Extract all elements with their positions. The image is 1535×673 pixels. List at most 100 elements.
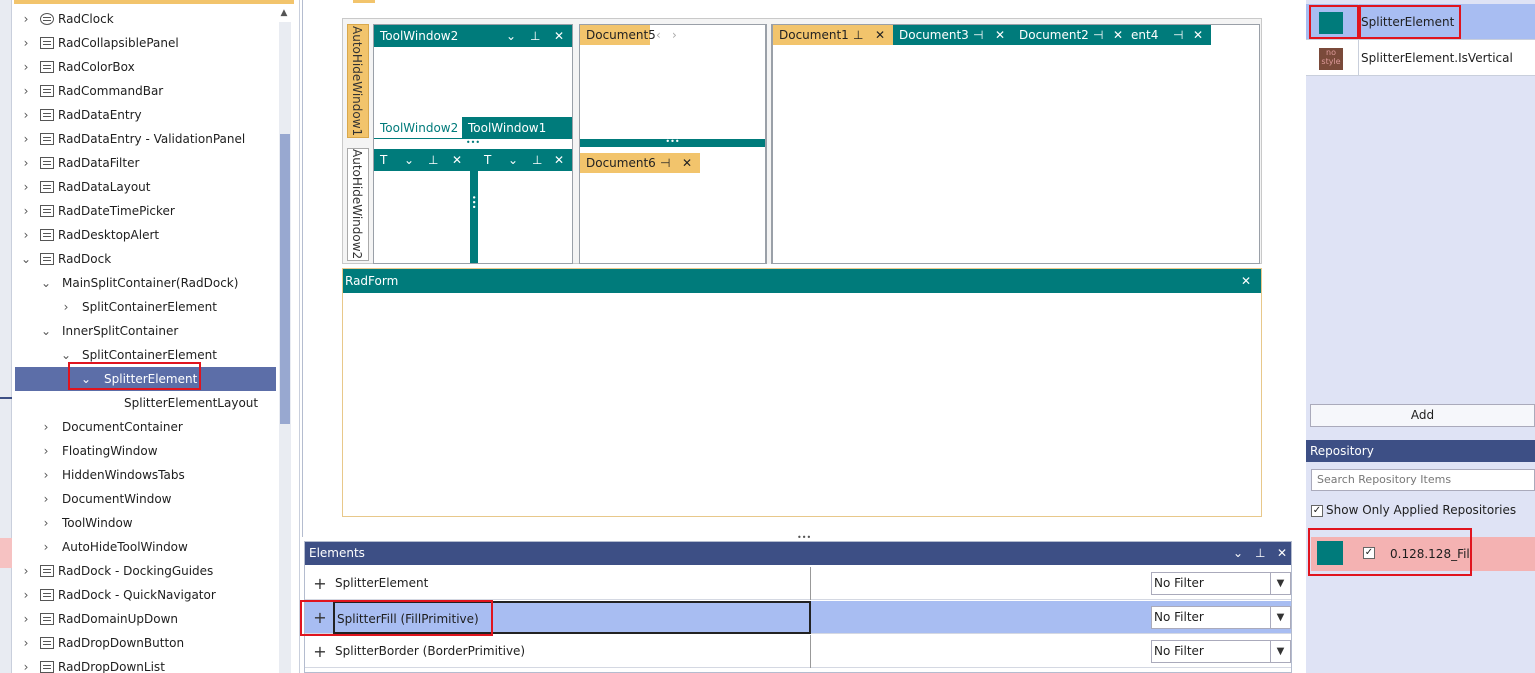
chevron-right-icon[interactable]: › <box>38 415 54 439</box>
pin-icon[interactable]: ⊥ <box>532 149 542 171</box>
chevron-right-icon[interactable]: › <box>18 655 34 673</box>
tab-document2[interactable]: Document2 ⊣ ✕ <box>1013 25 1131 45</box>
tab-scroll-right-icon[interactable]: › <box>672 25 677 45</box>
filter-dropdown[interactable]: No Filter ▼ <box>1151 640 1291 663</box>
close-icon[interactable]: ✕ <box>554 25 564 47</box>
autohide-window-1-tab[interactable]: AutoHideWindow1 <box>347 24 369 138</box>
tab-toolwindow2[interactable]: ToolWindow2 <box>374 117 462 139</box>
horizontal-splitter-bar[interactable]: ••• <box>580 138 765 147</box>
close-icon[interactable]: ✕ <box>875 25 885 45</box>
tab-document3[interactable]: Document3 ⊣ ✕ <box>893 25 1013 45</box>
tree-item-raddatetimepicker[interactable]: › RadDateTimePicker <box>18 199 276 223</box>
chevron-down-icon[interactable]: ⌄ <box>506 25 516 47</box>
chevron-down-icon[interactable]: ⌄ <box>78 367 94 391</box>
tab-document5[interactable]: Document5 <box>580 25 656 45</box>
tree-item-radclock[interactable]: › RadClock <box>18 7 276 31</box>
pin-icon[interactable]: ⊣ <box>1173 25 1183 45</box>
pin-icon[interactable]: ⊥ <box>428 149 438 171</box>
tab-toolwindow1[interactable]: ToolWindow1 <box>462 117 572 139</box>
chevron-right-icon[interactable]: › <box>18 175 34 199</box>
pin-icon[interactable]: ⊣ <box>660 153 670 173</box>
tree-item-mainsplitcontainer[interactable]: ⌄ MainSplitContainer(RadDock) <box>38 271 276 295</box>
chevron-right-icon[interactable]: › <box>18 631 34 655</box>
chevron-right-icon[interactable]: › <box>18 127 34 151</box>
chevron-down-icon[interactable]: ⌄ <box>1233 542 1243 565</box>
chevron-right-icon[interactable]: › <box>18 79 34 103</box>
close-icon[interactable]: ✕ <box>995 25 1005 45</box>
chevron-down-icon[interactable]: ⌄ <box>58 343 74 367</box>
filter-dropdown[interactable]: No Filter ▼ <box>1151 606 1291 629</box>
tree-item-autohidetoolwindow[interactable]: › AutoHideToolWindow <box>38 535 276 559</box>
close-icon[interactable]: ✕ <box>1113 25 1123 45</box>
expand-plus-icon[interactable]: + <box>313 567 327 600</box>
pin-icon[interactable]: ⊥ <box>530 25 540 47</box>
dropdown-arrow-icon[interactable]: ▼ <box>1270 607 1290 628</box>
expand-plus-icon[interactable]: + <box>313 601 327 634</box>
chevron-down-icon[interactable]: ⌄ <box>404 149 414 171</box>
chevron-down-icon[interactable]: ⌄ <box>38 319 54 343</box>
chevron-right-icon[interactable]: › <box>18 103 34 127</box>
pin-icon[interactable]: ⊣ <box>973 25 983 45</box>
tree-item-radcolorbox[interactable]: › RadColorBox <box>18 55 276 79</box>
chevron-right-icon[interactable]: › <box>18 223 34 247</box>
tree-item-raddomainupdown[interactable]: › RadDomainUpDown <box>18 607 276 631</box>
tree-item-raddropdownbutton[interactable]: › RadDropDownButton <box>18 631 276 655</box>
vertical-splitter-bar[interactable]: ••• <box>469 149 478 263</box>
scroll-up-icon[interactable]: ▲ <box>279 8 289 18</box>
pin-icon[interactable]: ⊥ <box>1255 542 1265 565</box>
tree-item-raddock[interactable]: ⌄ RadDock <box>18 247 276 271</box>
close-icon[interactable]: ✕ <box>1193 25 1203 45</box>
expand-plus-icon[interactable]: + <box>313 635 327 668</box>
chevron-right-icon[interactable]: › <box>18 31 34 55</box>
tree-item-floatingwindow[interactable]: › FloatingWindow <box>38 439 276 463</box>
chevron-right-icon[interactable]: › <box>38 463 54 487</box>
chevron-right-icon[interactable]: › <box>58 295 74 319</box>
add-button[interactable]: Add <box>1310 404 1535 427</box>
element-row[interactable]: + SplitterElement No Filter ▼ <box>305 567 1291 600</box>
close-icon[interactable]: ✕ <box>554 149 564 171</box>
chevron-down-icon[interactable]: ⌄ <box>18 247 34 271</box>
element-row-selected[interactable]: + SplitterFill (FillPrimitive) No Filter… <box>305 601 1291 634</box>
tree-item-toolwindow[interactable]: › ToolWindow <box>38 511 276 535</box>
tree-item-radcollapsiblepanel[interactable]: › RadCollapsiblePanel <box>18 31 276 55</box>
chevron-right-icon[interactable]: › <box>38 439 54 463</box>
tree-item-raddropdownlist[interactable]: › RadDropDownList <box>18 655 276 673</box>
chevron-right-icon[interactable]: › <box>18 607 34 631</box>
tree-item-radcommandbar[interactable]: › RadCommandBar <box>18 79 276 103</box>
autohide-window-2-tab[interactable]: AutoHideWindow2 <box>347 148 369 261</box>
pin-icon[interactable]: ⊥ <box>853 25 863 45</box>
close-icon[interactable]: ✕ <box>452 149 462 171</box>
tree-item-hiddenwindowstabs[interactable]: › HiddenWindowsTabs <box>38 463 276 487</box>
tab-scroll-left-icon[interactable]: ‹ <box>656 25 661 45</box>
element-row[interactable]: + SplitterBorder (BorderPrimitive) No Fi… <box>305 635 1291 668</box>
tree-item-documentwindow[interactable]: › DocumentWindow <box>38 487 276 511</box>
style-row[interactable]: no style SplitterElement.IsVertical <box>1306 40 1535 76</box>
chevron-down-icon[interactable]: ⌄ <box>508 149 518 171</box>
tree-item-splitcontainerelement-inner[interactable]: ⌄ SplitContainerElement <box>58 343 276 367</box>
chevron-down-icon[interactable]: ⌄ <box>38 271 54 295</box>
chevron-right-icon[interactable]: › <box>18 199 34 223</box>
tree-item-splitterelementlayout[interactable]: SplitterElementLayout <box>100 391 276 415</box>
close-icon[interactable]: ✕ <box>1241 269 1251 293</box>
tree-item-documentcontainer[interactable]: › DocumentContainer <box>38 415 276 439</box>
tree-scrollbar-thumb[interactable] <box>280 134 290 424</box>
chevron-right-icon[interactable]: › <box>38 511 54 535</box>
tree-item-raddataentry-validationpanel[interactable]: › RadDataEntry - ValidationPanel <box>18 127 276 151</box>
horizontal-splitter-grip[interactable]: ••• <box>374 139 572 149</box>
chevron-right-icon[interactable]: › <box>38 487 54 511</box>
tab-document1[interactable]: Document1 ⊥ ✕ <box>773 25 893 45</box>
chevron-right-icon[interactable]: › <box>18 7 34 31</box>
chevron-right-icon[interactable]: › <box>18 583 34 607</box>
dropdown-arrow-icon[interactable]: ▼ <box>1270 573 1290 594</box>
close-icon[interactable]: ✕ <box>1277 542 1287 565</box>
tab-document4[interactable]: ent4 ⊣ ✕ <box>1131 25 1211 45</box>
filter-dropdown[interactable]: No Filter ▼ <box>1151 572 1291 595</box>
repository-search-input[interactable]: Search Repository Items <box>1311 469 1535 491</box>
checkbox-checked-icon[interactable]: ✓ <box>1363 547 1375 559</box>
checkbox-checked-icon[interactable]: ✓ <box>1311 504 1323 517</box>
tree-item-splitterelement[interactable]: ⌄ SplitterElement <box>15 367 276 391</box>
dropdown-arrow-icon[interactable]: ▼ <box>1270 641 1290 662</box>
chevron-right-icon[interactable]: › <box>18 151 34 175</box>
chevron-right-icon[interactable]: › <box>38 535 54 559</box>
tree-item-innersplitcontainer[interactable]: ⌄ InnerSplitContainer <box>38 319 276 343</box>
